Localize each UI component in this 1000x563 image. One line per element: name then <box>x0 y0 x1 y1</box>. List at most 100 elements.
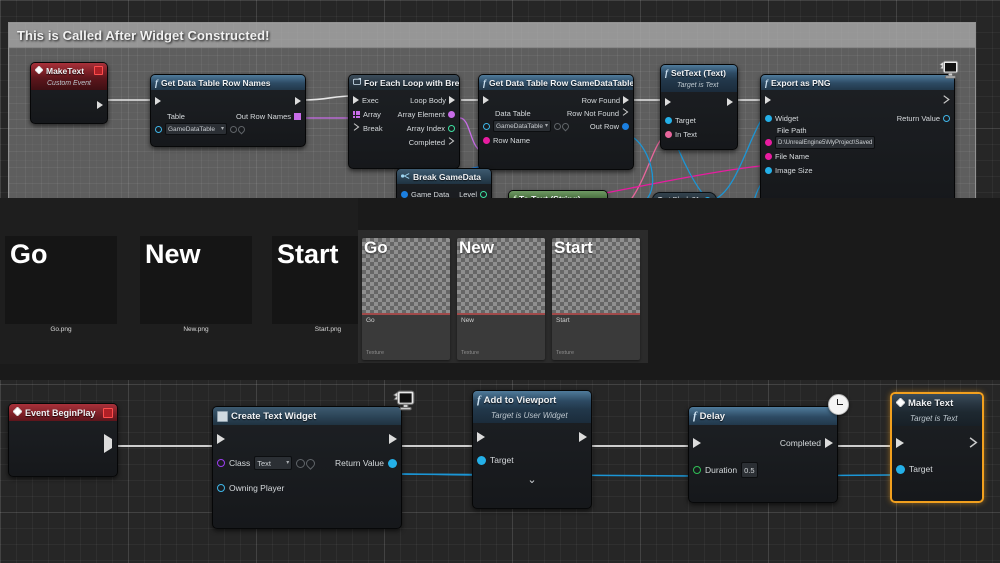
node-make-text-call[interactable]: Make Text Target is Text Target <box>890 392 984 503</box>
row-not-found-exec-pin[interactable] <box>622 108 629 118</box>
out-row-names-group[interactable]: Out Row Names <box>236 112 301 121</box>
asset-thumbnail-strip[interactable]: Go Go Texture New New Texture Start Star… <box>358 230 648 363</box>
duration-input[interactable]: 0.5 <box>741 462 757 478</box>
exec-in-pin[interactable] <box>477 432 485 442</box>
pin-row-exec[interactable] <box>892 429 982 457</box>
browse-asset-icon[interactable] <box>296 459 305 468</box>
pin-row-exec-rowfound[interactable]: Row Found <box>479 93 633 107</box>
file-card[interactable]: Go <box>5 236 117 324</box>
node-make-text-event[interactable]: MakeText Custom Event <box>30 62 108 124</box>
asset-card[interactable]: Start Start Texture <box>552 238 640 360</box>
node-get-data-table-row[interactable]: f Get Data Table Row GameDataTable Row F… <box>478 74 634 170</box>
data-table-dropdown[interactable]: GameDataTable ▾ <box>493 120 551 132</box>
exec-in-pin[interactable] <box>765 96 771 104</box>
exec-out-pin[interactable] <box>104 434 112 453</box>
chevron-down-icon[interactable]: ⌄ <box>527 475 536 486</box>
target-in-pin[interactable] <box>477 456 486 465</box>
pin-row-exec[interactable] <box>661 95 737 109</box>
exec-in-pin[interactable] <box>217 434 225 444</box>
class-asset-actions[interactable] <box>296 459 315 468</box>
node-export-as-png[interactable]: f Export as PNG Widget Return Value File… <box>760 74 955 207</box>
pin-row-exec-out[interactable] <box>104 439 112 448</box>
pin-row-table[interactable]: Table Out Row Names <box>151 110 305 122</box>
out-row-pin[interactable] <box>622 123 629 130</box>
pin-row-filename[interactable]: File Name <box>761 149 954 163</box>
pin-row-exec[interactable] <box>213 428 401 450</box>
data-table-in-pin[interactable] <box>483 123 490 130</box>
game-data-in-pin[interactable] <box>401 191 408 198</box>
pin-row-table-value[interactable]: GameDataTable ▾ <box>151 122 305 136</box>
array-in-pin[interactable] <box>353 111 360 118</box>
pin-row-owning-player[interactable]: Owning Player <box>213 476 401 500</box>
exec-out-pin[interactable] <box>97 101 103 109</box>
search-icon[interactable] <box>304 457 317 470</box>
node-create-text-widget[interactable]: Create Text Widget Class Text ▾ <box>212 406 402 529</box>
break-exec-pin[interactable] <box>353 123 360 133</box>
pin-row-class-return[interactable]: Class Text ▾ Return Value <box>213 450 401 476</box>
return-value-pin[interactable] <box>943 115 950 122</box>
file-card[interactable]: New <box>140 236 252 324</box>
exec-in-pin[interactable] <box>155 97 161 105</box>
exec-out-pin[interactable] <box>389 434 397 444</box>
completed-exec-pin[interactable] <box>448 137 455 147</box>
table-asset-actions[interactable] <box>230 126 245 133</box>
search-icon[interactable] <box>561 121 571 131</box>
in-text-pin[interactable] <box>665 131 672 138</box>
pin-row-exec-loopbody[interactable]: Exec Loop Body <box>349 93 459 107</box>
return-value-pin[interactable] <box>388 459 397 468</box>
pin-row-exec[interactable] <box>151 93 305 108</box>
exec-in-pin[interactable] <box>896 438 904 448</box>
search-icon[interactable] <box>237 124 247 134</box>
node-add-to-viewport[interactable]: f Add to Viewport Target is User Widget … <box>472 390 592 509</box>
image-size-in-pin[interactable] <box>765 167 772 174</box>
blueprint-graph-canvas[interactable]: This is Called After Widget Constructed! <box>0 0 1000 563</box>
pin-row-intext[interactable]: In Text <box>661 127 737 141</box>
row-found-exec-pin[interactable] <box>623 96 629 104</box>
pin-row-break-index[interactable]: Break Array Index <box>349 121 459 135</box>
exec-in-pin[interactable] <box>353 96 359 104</box>
owning-player-in-pin[interactable] <box>217 484 225 492</box>
file-thumbnail-strip[interactable]: Go Go.png New New.png Start Start.png <box>0 198 358 364</box>
class-dropdown[interactable]: Text ▾ <box>254 456 292 470</box>
pin-row-exec[interactable] <box>761 93 954 107</box>
node-set-text[interactable]: f SetText (Text) Target is Text Target I… <box>660 64 738 150</box>
widget-in-pin[interactable] <box>765 115 772 122</box>
exec-in-pin[interactable] <box>693 438 701 448</box>
exec-out-pin[interactable] <box>295 97 301 105</box>
exec-in-pin[interactable] <box>483 96 489 104</box>
pin-row-widget-return[interactable]: Widget Return Value <box>761 111 954 125</box>
level-out-pin[interactable] <box>480 191 487 198</box>
node-get-data-table-row-names[interactable]: f Get Data Table Row Names Table Out Row… <box>150 74 306 147</box>
table-dropdown[interactable]: GameDataTable ▾ <box>165 123 227 135</box>
file-name-in-pin[interactable] <box>765 153 772 160</box>
array-element-out-pin[interactable] <box>448 111 455 118</box>
datatable-asset-actions[interactable] <box>554 123 569 130</box>
pin-row-exec-completed[interactable]: Completed <box>689 428 837 458</box>
row-name-in-pin[interactable] <box>483 137 490 144</box>
pin-row-target[interactable]: Target <box>892 457 982 481</box>
browse-asset-icon[interactable] <box>230 126 237 133</box>
pin-row-target[interactable]: Target <box>473 448 591 472</box>
table-in-pin[interactable] <box>155 126 162 133</box>
file-path-input[interactable]: D:\UnrealEngine5\MyProject\Saved <box>775 136 875 149</box>
node-for-each-loop-with-break[interactable]: For Each Loop with Break Exec Loop Body … <box>348 74 460 169</box>
file-path-in-pin[interactable] <box>765 139 772 146</box>
target-in-pin[interactable] <box>896 465 905 474</box>
target-in-pin[interactable] <box>665 117 672 124</box>
asset-card[interactable]: New New Texture <box>457 238 545 360</box>
exec-out-pin[interactable] <box>727 98 733 106</box>
exec-out-pin[interactable] <box>943 95 950 106</box>
class-in-pin[interactable] <box>217 459 225 467</box>
pin-row-datatable-rownotfound[interactable]: Data Table Row Not Found <box>479 107 633 119</box>
completed-exec-pin[interactable] <box>825 438 833 448</box>
pin-row-exec[interactable] <box>473 426 591 448</box>
pin-row-expander[interactable]: ⌄ <box>473 472 591 488</box>
browse-asset-icon[interactable] <box>554 123 561 130</box>
array-out-pin[interactable] <box>294 113 301 120</box>
loop-body-exec-pin[interactable] <box>449 96 455 104</box>
pin-row-completed[interactable]: Completed <box>349 135 459 149</box>
exec-in-pin[interactable] <box>665 98 671 106</box>
pin-row-target[interactable]: Target <box>661 113 737 127</box>
pin-row-rowname[interactable]: Row Name <box>479 133 633 147</box>
asset-card[interactable]: Go Go Texture <box>362 238 450 360</box>
